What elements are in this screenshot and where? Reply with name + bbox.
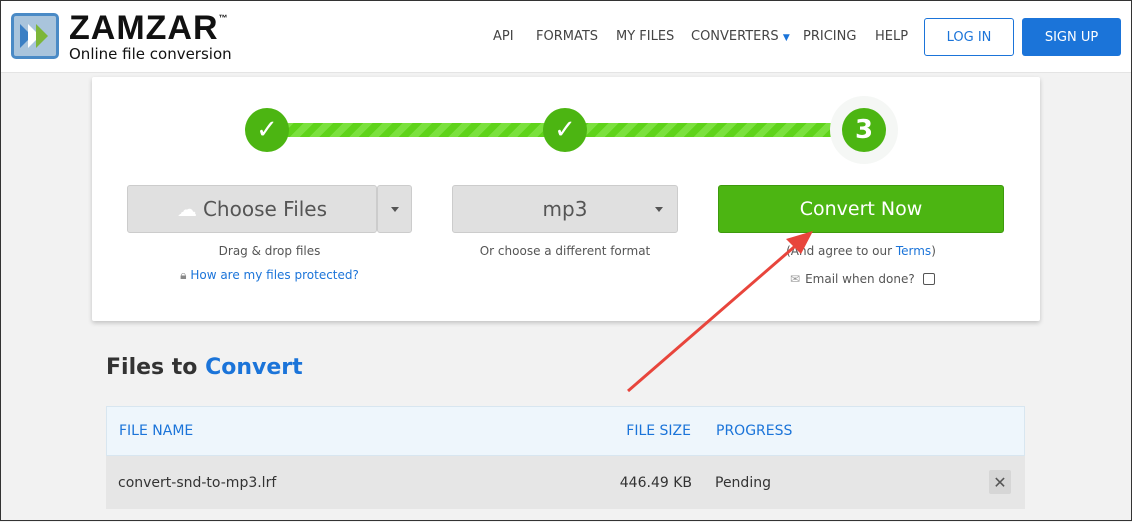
progress-bar-1 [267, 123, 547, 137]
email-row: ✉ Email when done? [790, 272, 935, 286]
convert-now-button[interactable]: Convert Now [718, 185, 1004, 233]
email-label: Email when done? [805, 272, 915, 286]
converter-card: ✓ ✓ 3 ☁ Choose Files Drag & drop files 🔒… [92, 77, 1040, 321]
zamzar-logo-icon[interactable] [11, 13, 59, 59]
nav-api[interactable]: API [493, 29, 514, 44]
files-table: FILE NAME FILE SIZE PROGRESS convert-snd… [106, 406, 1025, 509]
cloud-upload-icon: ☁ [176, 197, 197, 221]
format-hint: Or choose a different format [479, 244, 651, 258]
drag-drop-hint: Drag & drop files [218, 244, 321, 258]
trademark: ™ [218, 13, 229, 23]
progress-bar-2 [567, 123, 852, 137]
column-file-size: FILE SIZE [626, 423, 691, 439]
file-name: convert-snd-to-mp3.lrf [118, 474, 277, 491]
choose-files-label: Choose Files [202, 197, 328, 221]
nav-converters[interactable]: CONVERTERS ▼ [691, 29, 790, 44]
remove-file-close-icon[interactable]: ✕ [989, 470, 1011, 494]
login-button[interactable]: LOG IN [924, 18, 1014, 56]
choose-files-dropdown[interactable] [377, 185, 412, 233]
title-part-a: Files to [106, 355, 206, 380]
format-value: mp3 [542, 197, 588, 221]
step-1-check-icon: ✓ [245, 108, 289, 152]
file-progress: Pending [715, 474, 771, 491]
nav-formats[interactable]: FORMATS [536, 29, 598, 44]
title-part-b: Convert [205, 355, 303, 380]
agree-text: (And agree to our [786, 244, 896, 258]
table-row: convert-snd-to-mp3.lrf 446.49 KB Pending… [106, 456, 1025, 509]
nav-my-files[interactable]: MY FILES [616, 29, 674, 44]
brand-name[interactable]: ZAMZAR™ [69, 9, 229, 48]
agree-suffix: ) [931, 244, 936, 258]
step-2-check-icon: ✓ [543, 108, 587, 152]
nav-converters-label: CONVERTERS [691, 29, 779, 44]
table-header: FILE NAME FILE SIZE PROGRESS [106, 406, 1025, 456]
terms-link[interactable]: Terms [896, 244, 931, 258]
terms-row: (And agree to our Terms) [718, 244, 1004, 258]
email-checkbox[interactable] [922, 273, 935, 285]
caret-down-icon: ▼ [782, 33, 790, 43]
signup-button[interactable]: SIGN UP [1022, 18, 1121, 56]
caret-down-icon [390, 206, 399, 212]
file-size: 446.49 KB [619, 474, 692, 491]
protection-row: 🔒︎ How are my files protected? [127, 268, 412, 283]
choose-files-button[interactable]: ☁ Choose Files [127, 185, 377, 233]
brand-text: ZAMZAR [69, 9, 219, 47]
step-3-indicator: 3 [842, 108, 886, 152]
site-header: ZAMZAR™ Online file conversion API FORMA… [1, 1, 1131, 73]
column-progress: PROGRESS [716, 423, 793, 439]
nav-help[interactable]: HELP [875, 29, 908, 44]
caret-down-icon [655, 207, 663, 212]
files-protected-link[interactable]: How are my files protected? [190, 268, 359, 282]
envelope-icon: ✉ [790, 272, 801, 286]
format-select[interactable]: mp3 [452, 185, 678, 233]
nav-pricing[interactable]: PRICING [803, 29, 856, 44]
lock-icon: 🔒︎ [180, 268, 187, 282]
column-file-name: FILE NAME [119, 423, 194, 439]
files-to-convert-title: Files to Convert [106, 355, 303, 380]
tagline: Online file conversion [69, 45, 232, 63]
